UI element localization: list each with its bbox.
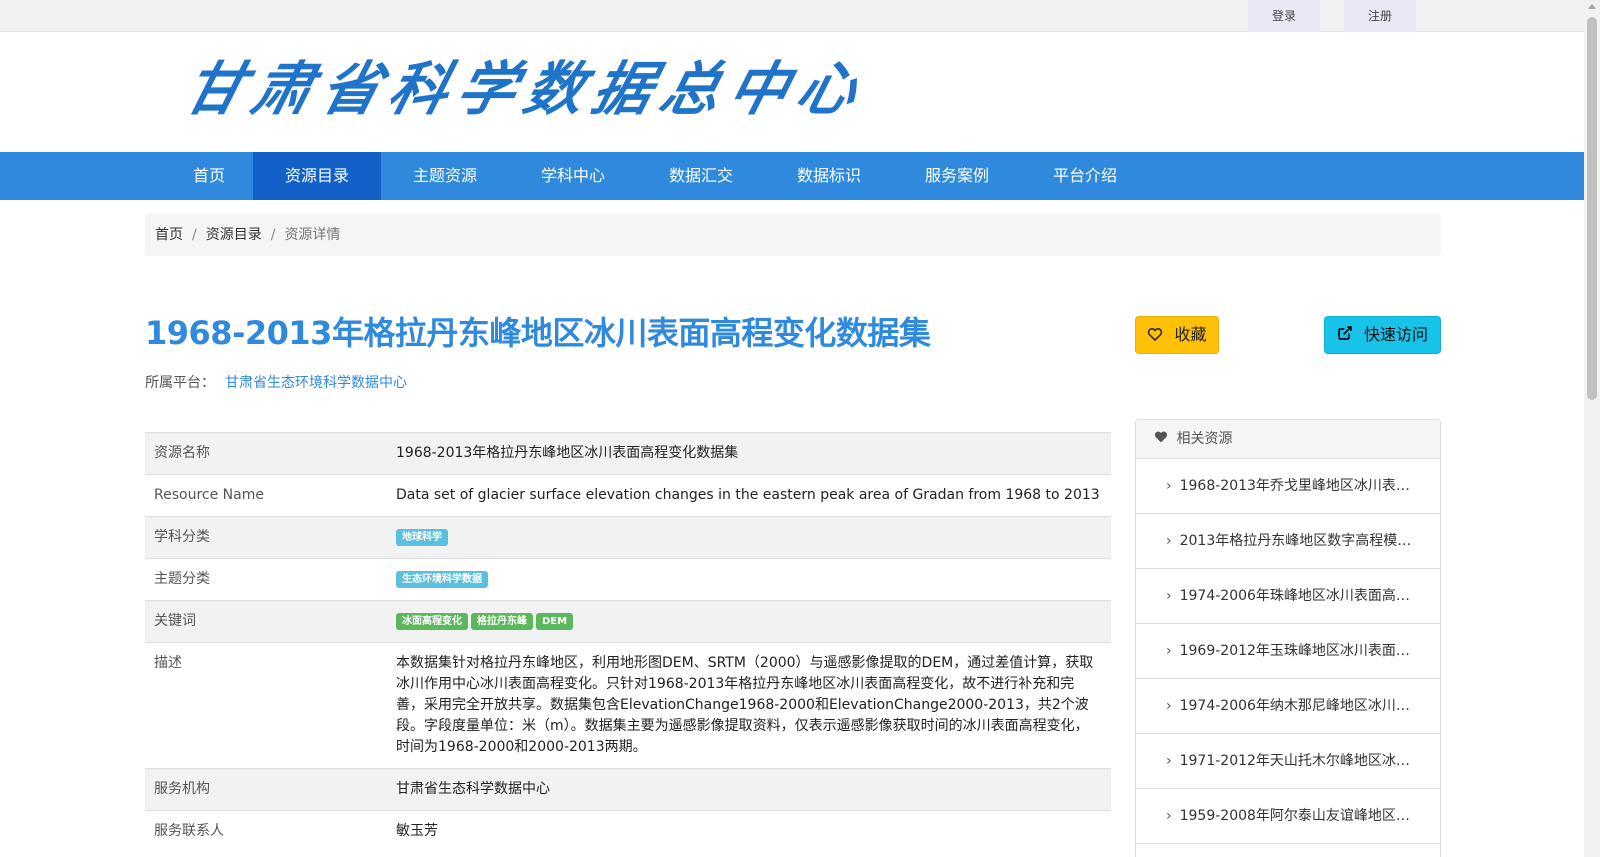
favorite-button[interactable]: 收藏 [1135,316,1219,354]
description-key: 描述 [145,642,387,769]
contact-value: 敏玉芳 [387,810,1111,852]
related-item[interactable]: › 1971-2012年天山托木尔峰地区冰… [1136,734,1440,789]
site-header: 甘肃省科学数据总中心 [0,32,1584,152]
quick-access-label: 快速访问 [1364,325,1429,344]
chevron-right-icon: › [1166,753,1172,769]
register-button[interactable]: 注册 [1344,0,1416,32]
chevron-right-icon: › [1166,533,1172,549]
contact-key: 服务联系人 [145,810,387,852]
chevron-right-icon: › [1166,698,1172,714]
table-row: Resource Name Data set of glacier surfac… [145,474,1111,517]
table-row: 描述 本数据集针对格拉丹东峰地区，利用地形图DEM、SRTM（2000）与遥感影… [145,642,1111,769]
related-item-label: 1969-2012年玉珠峰地区冰川表面… [1179,643,1410,659]
table-row: 主题分类 生态环境科学数据 [145,558,1111,601]
table-row: 服务机构 甘肃省生态科学数据中心 [145,768,1111,811]
org-value: 甘肃省生态科学数据中心 [387,768,1111,811]
breadcrumb-catalog[interactable]: 资源目录 [206,227,262,243]
resource-name-value: 1968-2013年格拉丹东峰地区冰川表面高程变化数据集 [387,432,1111,475]
resource-info-table: 资源名称 1968-2013年格拉丹东峰地区冰川表面高程变化数据集 Resour… [145,432,1111,852]
discipline-key: 学科分类 [145,516,387,559]
table-row: 关键词 冰面高程变化 格拉丹东峰 DEM [145,600,1111,643]
related-header-label: 相关资源 [1176,431,1233,447]
breadcrumb: 首页 / 资源目录 / 资源详情 [145,214,1441,256]
related-item[interactable]: › 1969-2012年玉珠峰地区冰川表面… [1136,624,1440,679]
breadcrumb-separator: / [270,227,276,243]
heart-outline-icon [1147,318,1163,354]
table-row: 资源名称 1968-2013年格拉丹东峰地区冰川表面高程变化数据集 [145,432,1111,475]
chevron-right-icon: › [1166,808,1172,824]
theme-key: 主题分类 [145,558,387,601]
table-row: 服务联系人 敏玉芳 [145,810,1111,852]
org-key: 服务机构 [145,768,387,811]
page-title: 1968-2013年格拉丹东峰地区冰川表面高程变化数据集 [145,314,931,352]
platform-link[interactable]: 甘肃省生态环境科学数据中心 [225,375,407,391]
resource-name-key: 资源名称 [145,432,387,475]
keyword-tag[interactable]: DEM [536,612,574,630]
related-item-label: 2013年格拉丹东峰地区数字高程模… [1179,533,1412,549]
keyword-tag[interactable]: 格拉丹东峰 [471,612,533,630]
theme-value: 生态环境科学数据 [387,558,1111,601]
resource-name-en-key: Resource Name [145,474,387,517]
nav-item-submission[interactable]: 数据汇交 [637,152,765,200]
main-nav: 首页 资源目录 主题资源 学科中心 数据汇交 数据标识 服务案例 平台介绍 [0,152,1584,200]
nav-item-disciplines[interactable]: 学科中心 [509,152,637,200]
discipline-tag[interactable]: 地球科学 [396,528,448,546]
nav-item-about[interactable]: 平台介绍 [1021,152,1149,200]
related-item-label: 1971-2012年天山托木尔峰地区冰… [1179,753,1410,769]
keywords-value: 冰面高程变化 格拉丹东峰 DEM [387,600,1111,643]
quick-access-button[interactable]: 快速访问 [1324,316,1441,354]
related-item[interactable]: › 2013年格拉丹东峰地区数字高程模… [1136,514,1440,569]
related-item-label: 1968-2013年乔戈里峰地区冰川表… [1179,478,1410,494]
resource-name-en-value: Data set of glacier surface elevation ch… [387,474,1111,517]
related-item[interactable]: › 1968-2013年乔戈里峰地区冰川表… [1136,459,1440,514]
nav-item-catalog[interactable]: 资源目录 [253,152,381,200]
chevron-right-icon: › [1166,588,1172,604]
scroll-up-arrow-icon[interactable] [1588,4,1596,9]
related-item-label: 1974-2006年珠峰地区冰川表面高… [1179,588,1410,604]
related-item-label: 1974-2006年纳木那尼峰地区冰川… [1179,698,1410,714]
scrollbar-thumb[interactable] [1587,17,1597,400]
keywords-key: 关键词 [145,600,387,643]
breadcrumb-current: 资源详情 [284,227,341,243]
heart-icon [1154,420,1168,458]
platform-label: 所属平台： [145,375,215,391]
breadcrumb-home[interactable]: 首页 [155,227,183,243]
breadcrumb-separator: / [192,227,197,243]
discipline-value: 地球科学 [387,516,1111,559]
platform-row: 所属平台： 甘肃省生态环境科学数据中心 [145,372,407,392]
description-value: 本数据集针对格拉丹东峰地区，利用地形图DEM、SRTM（2000）与遥感影像提取… [387,642,1111,769]
related-item[interactable]: › 1974-2006年珠峰地区冰川表面高… [1136,569,1440,624]
nav-item-themes[interactable]: 主题资源 [381,152,509,200]
related-item-label: 1959-2008年阿尔泰山友谊峰地区… [1179,808,1410,824]
site-logo[interactable]: 甘肃省科学数据总中心 [177,54,875,124]
chevron-right-icon: › [1166,643,1172,659]
keyword-tag[interactable]: 冰面高程变化 [396,612,468,630]
related-resources-panel: 相关资源 › 1968-2013年乔戈里峰地区冰川表… › 2013年格拉丹东峰地区… [1135,419,1441,857]
related-header: 相关资源 [1136,420,1440,459]
theme-tag[interactable]: 生态环境科学数据 [396,570,488,588]
related-item[interactable]: › 1974-2006年纳木那尼峰地区冰川… [1136,679,1440,734]
login-button[interactable]: 登录 [1248,0,1320,32]
top-bar: 登录 注册 [0,0,1584,32]
page-scrollbar[interactable] [1584,0,1600,857]
nav-item-identifier[interactable]: 数据标识 [765,152,893,200]
external-link-icon [1337,318,1353,354]
nav-item-cases[interactable]: 服务案例 [893,152,1021,200]
favorite-label: 收藏 [1174,325,1207,344]
table-row: 学科分类 地球科学 [145,516,1111,559]
related-item[interactable]: › 1959-2008年阿尔泰山友谊峰地区… [1136,789,1440,844]
chevron-right-icon: › [1166,478,1172,494]
